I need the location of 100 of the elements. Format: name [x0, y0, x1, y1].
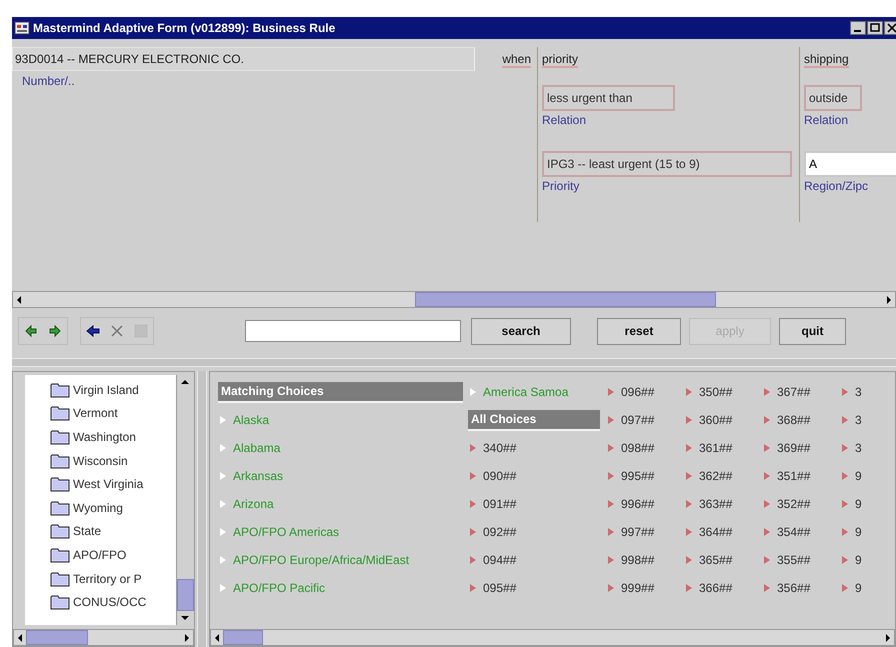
- folder-icon: [50, 500, 70, 516]
- triangle-icon: [606, 443, 616, 453]
- triangle-icon: [218, 527, 228, 537]
- choice-link[interactable]: 3: [855, 411, 862, 429]
- choice-link[interactable]: 998##: [621, 551, 654, 569]
- choice-link[interactable]: 364##: [699, 523, 732, 541]
- choice-link[interactable]: 365##: [699, 551, 732, 569]
- choice-link[interactable]: 096##: [621, 383, 654, 401]
- input-field[interactable]: A: [804, 151, 896, 177]
- app-icon: [14, 20, 30, 36]
- tree-item[interactable]: West Virginia: [73, 475, 144, 494]
- choice-link[interactable]: 3: [855, 383, 862, 401]
- customer-field[interactable]: 93D0014 -- MERCURY ELECTRONIC CO.: [12, 47, 475, 71]
- choice-link[interactable]: 092##: [483, 523, 516, 541]
- horizontal-scrollbar[interactable]: [13, 629, 194, 646]
- folder-icon: [50, 452, 70, 469]
- choice-link[interactable]: 997##: [621, 523, 654, 541]
- choice-link[interactable]: 9: [855, 467, 862, 485]
- action-button[interactable]: reset: [597, 318, 681, 344]
- choice-link[interactable]: 369##: [777, 439, 810, 457]
- triangle-icon: [468, 387, 478, 397]
- choice-link[interactable]: 9: [855, 495, 862, 513]
- scrollbar-thumb[interactable]: [415, 292, 716, 307]
- window-title: Mastermind Adaptive Form (v012899): Business Rule: [33, 20, 336, 37]
- choice-link[interactable]: 360##: [699, 411, 732, 429]
- splitter-handle[interactable]: [197, 371, 207, 647]
- triangle-icon: [606, 499, 616, 509]
- triangle-icon: [840, 443, 850, 453]
- tree-item[interactable]: State: [73, 522, 102, 540]
- dropdown-field[interactable]: outside: [804, 85, 862, 111]
- search-field[interactable]: [245, 320, 461, 342]
- choice-link[interactable]: 999##: [621, 579, 654, 597]
- triangle-icon: [840, 415, 850, 425]
- choice-link[interactable]: 090##: [483, 467, 516, 485]
- action-button[interactable]: quit: [779, 318, 846, 344]
- field-label: Relation: [542, 112, 586, 129]
- choice-link[interactable]: 366##: [699, 579, 732, 597]
- triangle-icon: [684, 499, 694, 509]
- choice-link[interactable]: 352##: [777, 495, 810, 513]
- triangle-icon: [762, 527, 772, 537]
- choice-link[interactable]: 361##: [699, 439, 732, 457]
- tree-item[interactable]: CONUS/OCC: [73, 593, 146, 612]
- triangle-icon: [218, 555, 228, 565]
- section-heading: Matching Choices: [218, 382, 463, 402]
- folder-icon: [50, 570, 70, 587]
- when-label: when: [502, 50, 531, 68]
- choice-link[interactable]: 9: [855, 523, 862, 541]
- triangle-icon: [218, 583, 228, 593]
- left-arrow-icon: [84, 322, 102, 340]
- minimize-button[interactable]: [850, 21, 866, 35]
- vertical-scrollbar[interactable]: [176, 375, 194, 625]
- splitter-handle[interactable]: [12, 358, 896, 367]
- choice-link[interactable]: 351##: [777, 467, 810, 485]
- choice-link[interactable]: 095##: [483, 579, 516, 597]
- triangle-icon: [684, 583, 694, 593]
- choice-link[interactable]: 995##: [621, 467, 654, 485]
- triangle-icon: [218, 415, 228, 425]
- choice-link[interactable]: 097##: [621, 411, 654, 429]
- choice-link[interactable]: 350##: [699, 383, 732, 401]
- folder-icon: [50, 405, 70, 422]
- triangle-icon: [468, 527, 478, 537]
- tree-item[interactable]: Wisconsin: [73, 452, 128, 470]
- horizontal-scrollbar[interactable]: [12, 291, 896, 308]
- close-button[interactable]: [884, 21, 896, 35]
- action-button[interactable]: search: [471, 318, 571, 344]
- triangle-icon: [762, 387, 772, 397]
- choice-link[interactable]: 367##: [777, 383, 810, 401]
- field-label: Priority: [542, 178, 580, 195]
- choice-link[interactable]: 368##: [777, 411, 810, 429]
- triangle-icon: [468, 499, 478, 509]
- choice-link[interactable]: 340##: [483, 439, 516, 457]
- scrollbar-thumb[interactable]: [223, 630, 263, 645]
- choice-link[interactable]: 363##: [699, 495, 732, 513]
- tree-item[interactable]: APO/FPO: [73, 546, 126, 564]
- choice-link[interactable]: 355##: [777, 551, 810, 569]
- triangle-icon: [762, 415, 772, 425]
- triangle-icon: [840, 527, 850, 537]
- choice-link[interactable]: 9: [855, 551, 862, 569]
- choice-link[interactable]: 362##: [699, 467, 732, 485]
- maximize-button[interactable]: [867, 21, 883, 35]
- choice-link[interactable]: 098##: [621, 439, 654, 457]
- choice-link[interactable]: 996##: [621, 495, 654, 513]
- dropdown-field[interactable]: IPG3 -- least urgent (15 to 9): [542, 151, 792, 177]
- horizontal-scrollbar[interactable]: [210, 629, 895, 646]
- choice-link[interactable]: 091##: [483, 495, 516, 513]
- scrollbar-thumb[interactable]: [177, 579, 194, 611]
- choice-link[interactable]: 356##: [777, 579, 810, 597]
- choice-link[interactable]: 094##: [483, 551, 516, 569]
- scrollbar-thumb[interactable]: [26, 630, 88, 645]
- choice-link[interactable]: 3: [855, 439, 862, 457]
- tree-item[interactable]: Washington: [73, 428, 136, 446]
- dropdown-field[interactable]: less urgent than: [542, 85, 675, 111]
- tree-item[interactable]: Territory or P: [73, 570, 142, 588]
- tree-item[interactable]: Virgin Island: [73, 380, 139, 399]
- tree-item[interactable]: Wyoming: [73, 498, 123, 517]
- triangle-icon: [840, 583, 850, 593]
- choice-link[interactable]: 9: [855, 579, 862, 597]
- choice-link[interactable]: 354##: [777, 523, 810, 541]
- tree-item[interactable]: Vermont: [73, 404, 118, 422]
- folder-icon: [50, 546, 70, 563]
